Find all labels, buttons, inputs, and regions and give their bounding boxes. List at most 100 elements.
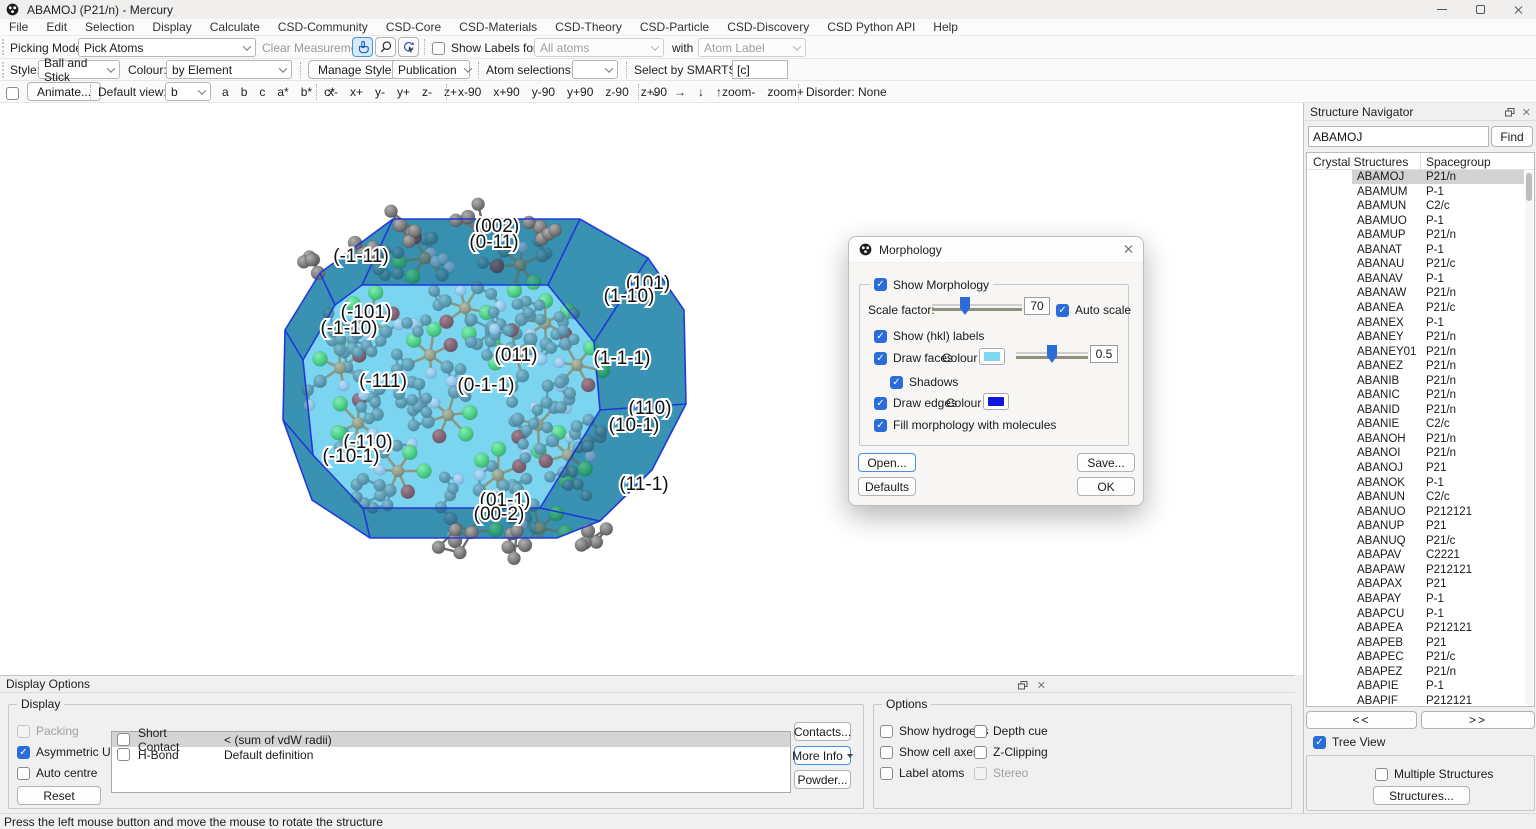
show-cell-axes-checkbox[interactable] [880,746,893,759]
show-hydrogens-checkbox[interactable] [880,725,893,738]
default-view-select[interactable]: b [165,82,211,101]
label-atoms-checkbox[interactable] [880,767,893,780]
menu-item-edit[interactable]: Edit [37,19,76,36]
tree-view-checkbox[interactable] [1313,736,1326,749]
structure-row-abanuq[interactable]: ABANUQP21/c [1307,534,1534,549]
draw-faces-checkbox[interactable] [874,352,887,365]
multiple-structures-checkbox[interactable] [1375,768,1388,781]
scale-factor-slider[interactable] [932,297,1022,315]
translate-arrow--button[interactable]: ← [644,82,668,101]
style-preset-select[interactable]: Publication [392,60,470,79]
menu-item-csd-community[interactable]: CSD-Community [269,19,377,36]
scale-factor-value[interactable]: 70 [1024,297,1050,315]
structure-search-input[interactable]: ABAMOJ [1308,126,1489,147]
close-panel-button[interactable] [1519,106,1532,118]
rotate-step-y-button[interactable]: y- [369,82,391,101]
more-info-button[interactable]: More Info [794,746,851,765]
animate-checkbox[interactable] [6,87,19,100]
toolbar-grip[interactable] [2,62,5,78]
rotate-step-y-button[interactable]: y+ [391,82,416,101]
view-axis-c-button[interactable]: c [253,82,271,101]
menu-item-selection[interactable]: Selection [76,19,143,36]
defaults-button[interactable]: Defaults [858,477,916,496]
draw-edges-checkbox[interactable] [874,397,887,410]
next-structure-button[interactable]: >> [1421,711,1535,729]
measure-distance-button[interactable] [375,37,396,57]
packing-checkbox[interactable] [17,725,30,738]
menu-item-csd-core[interactable]: CSD-Core [377,19,450,36]
menu-item-help[interactable]: Help [924,19,967,36]
structure-row-abanaw[interactable]: ABANAWP21/n [1307,286,1534,301]
minimize-button[interactable] [1424,0,1460,19]
morphology-dialog-titlebar[interactable]: Morphology [849,237,1143,263]
structure-row-abaney[interactable]: ABANEYP21/n [1307,330,1534,345]
slider-thumb[interactable] [960,297,970,315]
style-select[interactable]: Ball and Stick [38,60,120,79]
menu-item-file[interactable]: File [0,19,37,36]
close-panel-button[interactable] [1034,679,1047,691]
slider-thumb[interactable] [1047,345,1057,363]
labels-scope-select[interactable]: All atoms [534,38,664,57]
show-labels-checkbox[interactable] [432,42,445,55]
structure-row-abanok[interactable]: ABANOKP-1 [1307,476,1534,491]
rotate90-x90-button[interactable]: x-90 [452,82,487,101]
faces-opacity-value[interactable]: 0.5 [1090,345,1118,363]
menu-item-calculate[interactable]: Calculate [201,19,269,36]
rotate90-x90-button[interactable]: x+90 [487,82,525,101]
zoom-zoom-button[interactable]: zoom- [716,82,761,101]
translate-arrow--button[interactable]: → [668,82,692,101]
menu-item-csd-discovery[interactable]: CSD-Discovery [718,19,818,36]
view-axis-b-button[interactable]: b [235,82,254,101]
structure-row-abapay[interactable]: ABAPAYP-1 [1307,592,1534,607]
contact-checkbox[interactable] [117,748,130,761]
auto-centre-checkbox[interactable] [17,767,30,780]
show-hkl-labels-checkbox[interactable] [874,330,887,343]
menu-item-csd-particle[interactable]: CSD-Particle [631,19,718,36]
structures-button[interactable]: Structures... [1373,786,1470,805]
structure-row-abanie[interactable]: ABANIEC2/c [1307,417,1534,432]
structure-row-abanun[interactable]: ABANUNC2/c [1307,490,1534,505]
edges-colour-swatch[interactable] [983,393,1009,410]
ok-button[interactable]: OK [1077,477,1135,496]
structure-row-abaney01[interactable]: ABANEY01P21/n [1307,345,1534,360]
menu-item-csd-theory[interactable]: CSD-Theory [546,19,631,36]
structure-row-abapeb[interactable]: ABAPEBP21 [1307,636,1534,651]
structure-row-abapax[interactable]: ABAPAXP21 [1307,577,1534,592]
structure-row-abanez[interactable]: ABANEZP21/n [1307,359,1534,374]
colour-select[interactable]: by Element [166,60,292,79]
rotate-mode-button[interactable] [398,37,419,57]
menu-item-csd-materials[interactable]: CSD-Materials [450,19,546,36]
stereo-checkbox[interactable] [974,767,987,780]
structure-row-abamup[interactable]: ABAMUPP21/n [1307,228,1534,243]
label-type-select[interactable]: Atom Label [698,38,806,57]
maximize-button[interactable] [1462,0,1498,19]
faces-colour-swatch[interactable] [979,348,1005,365]
pick-hand-button[interactable] [352,37,373,57]
rotate90-y90-button[interactable]: y-90 [526,82,561,101]
rotate-step-x-button[interactable]: x+ [344,82,369,101]
rotate-step-z-button[interactable]: z- [416,82,438,101]
contact-checkbox[interactable] [117,733,130,746]
structure-row-abanib[interactable]: ABANIBP21/n [1307,374,1534,389]
structure-row-abanat[interactable]: ABANATP-1 [1307,243,1534,258]
powder-button[interactable]: Powder... [794,770,851,789]
shadows-checkbox[interactable] [890,376,903,389]
structure-row-abanau[interactable]: ABANAUP21/c [1307,257,1534,272]
faces-opacity-slider[interactable] [1016,345,1088,363]
zoom-zoom-button[interactable]: zoom+ [761,82,809,101]
translate-arrow--button[interactable]: ↓ [692,82,710,101]
structure-row-abamum[interactable]: ABAMUMP-1 [1307,185,1534,200]
structure-row-abamoj[interactable]: ABAMOJP21/n [1307,170,1534,185]
structure-row-abanoj[interactable]: ABANOJP21 [1307,461,1534,476]
view-axis-a-button[interactable]: a [216,82,235,101]
contacts-button[interactable]: Contacts... [794,722,851,741]
structure-row-abanic[interactable]: ABANICP21/n [1307,388,1534,403]
structure-row-abamun[interactable]: ABAMUNC2/c [1307,199,1534,214]
atom-selections-select[interactable] [572,60,618,79]
close-button[interactable] [1500,0,1536,19]
col-crystal-structures[interactable]: Crystal Structures [1313,155,1408,169]
structure-row-abamuo[interactable]: ABAMUOP-1 [1307,214,1534,229]
show-morphology-checkbox[interactable] [874,278,887,291]
menu-item-display[interactable]: Display [143,19,200,36]
scrollbar-thumb[interactable] [1526,173,1532,201]
